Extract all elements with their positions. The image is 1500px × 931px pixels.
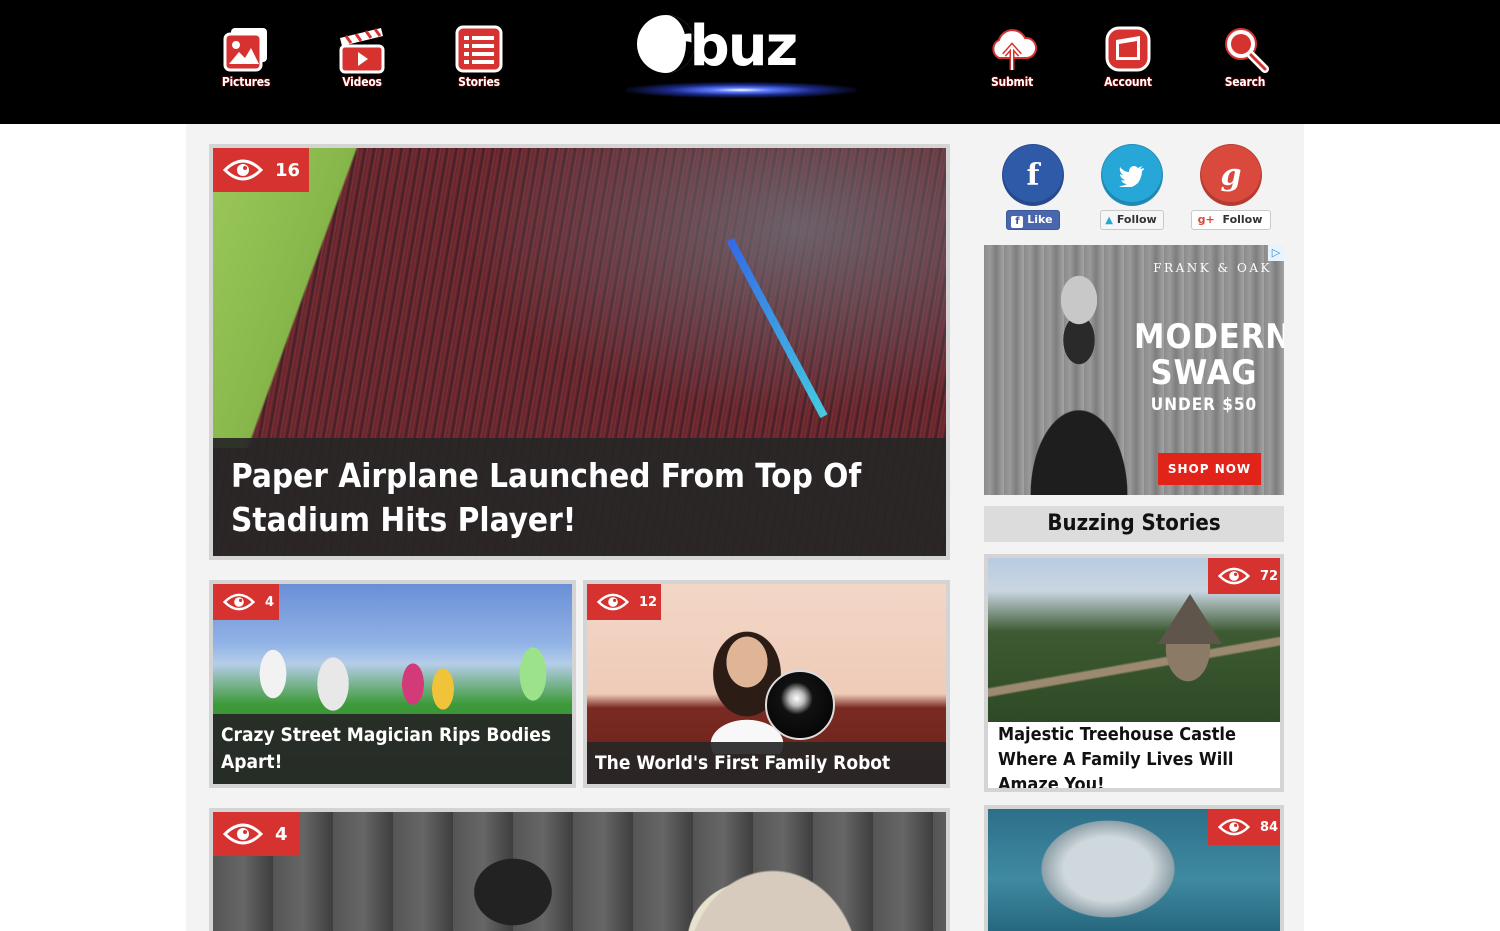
sidebar-story-treehouse[interactable]: 72 Majestic Treehouse Castle Where A Fam… bbox=[984, 554, 1284, 792]
story-title: The World's First Family Robot bbox=[587, 742, 946, 784]
ad-model-image bbox=[1004, 245, 1154, 495]
videos-icon bbox=[339, 28, 385, 74]
hero-story-card[interactable]: 16 Paper Airplane Launched From Top Of S… bbox=[209, 144, 950, 560]
eye-icon bbox=[1218, 818, 1250, 836]
frank-and-oak-ad[interactable]: ▷ FRANK & OAK MODERN SWAG UNDER $50 SHOP… bbox=[984, 245, 1284, 495]
twitter-icon[interactable] bbox=[1101, 144, 1163, 206]
submit-icon bbox=[992, 29, 1037, 70]
google-plus-icon[interactable]: g bbox=[1200, 144, 1262, 206]
nav-account[interactable]: Account bbox=[1088, 24, 1168, 89]
nav-videos[interactable]: Videos bbox=[322, 24, 402, 89]
nav-pictures[interactable]: Pictures bbox=[206, 24, 286, 89]
face-shape bbox=[683, 812, 946, 931]
story-card-bottom[interactable]: 4 bbox=[209, 808, 950, 931]
ad-brand: FRANK & OAK bbox=[1153, 261, 1272, 275]
facebook-small-icon: f bbox=[1011, 216, 1024, 228]
eye-icon bbox=[1218, 567, 1250, 585]
ad-shop-now-button[interactable]: SHOP NOW bbox=[1158, 453, 1261, 485]
orbuz-logo[interactable]: rbuz bbox=[566, 8, 884, 116]
view-count: 72 bbox=[1260, 568, 1279, 584]
view-count: 16 bbox=[275, 159, 301, 181]
nav-submit[interactable]: Submit bbox=[972, 24, 1052, 89]
nav-pictures-label: Pictures bbox=[221, 75, 271, 89]
hero-story-title: Paper Airplane Launched From Top Of Stad… bbox=[213, 438, 946, 556]
account-icon bbox=[1105, 26, 1151, 72]
logo-glow bbox=[626, 82, 856, 98]
view-count: 4 bbox=[275, 823, 288, 845]
robot-shape bbox=[765, 670, 835, 740]
nav-stories-label: Stories bbox=[458, 75, 500, 89]
ad-subline: UNDER $50 bbox=[1150, 395, 1258, 415]
view-count-badge: 72 bbox=[1208, 558, 1280, 594]
facebook-follow[interactable]: f f Like bbox=[993, 144, 1073, 230]
facebook-like-label: Like bbox=[1027, 213, 1053, 226]
sidebar-story-seal[interactable]: 84 bbox=[984, 805, 1284, 931]
stories-icon bbox=[455, 25, 503, 73]
eye-icon bbox=[223, 593, 255, 611]
adchoices-icon[interactable]: ▷ bbox=[1268, 245, 1284, 261]
buzzing-stories-heading: Buzzing Stories bbox=[984, 506, 1284, 542]
view-count-badge: 16 bbox=[213, 148, 309, 192]
eye-icon bbox=[223, 823, 263, 845]
logo-wordmark: rbuz bbox=[664, 14, 798, 79]
facebook-icon[interactable]: f bbox=[1002, 144, 1064, 206]
tower-roof bbox=[1158, 594, 1222, 644]
view-count-badge: 4 bbox=[213, 812, 299, 856]
eye-icon bbox=[223, 159, 263, 181]
view-count-badge: 12 bbox=[587, 584, 661, 620]
search-icon bbox=[1225, 28, 1269, 73]
facebook-like-button[interactable]: f Like bbox=[1006, 210, 1060, 230]
twitter-small-icon: ▲ bbox=[1105, 215, 1113, 226]
stadium-ring bbox=[513, 148, 946, 468]
nav-search-label: Search bbox=[1224, 75, 1266, 89]
google-follow-label: Follow bbox=[1222, 213, 1263, 226]
nav-account-label: Account bbox=[1104, 75, 1152, 89]
google-small-icon: g+ bbox=[1197, 213, 1215, 226]
nav-videos-label: Videos bbox=[342, 75, 382, 89]
story-title: Majestic Treehouse Castle Where A Family… bbox=[998, 724, 1236, 792]
view-count-badge: 4 bbox=[213, 584, 279, 620]
pitch-area bbox=[213, 148, 363, 448]
google-follow-button[interactable]: g+ Follow bbox=[1191, 210, 1271, 230]
top-navigation-bar: Pictures Videos Stories rbuz Submit Acco… bbox=[0, 0, 1500, 124]
twitter-bird-icon bbox=[1119, 166, 1144, 188]
ad-headline: MODERN SWAG bbox=[1134, 317, 1284, 393]
twitter-follow[interactable]: ▲ Follow bbox=[1092, 144, 1172, 230]
eye-icon bbox=[597, 593, 629, 611]
story-title: Crazy Street Magician Rips Bodies Apart! bbox=[213, 714, 572, 784]
nav-stories[interactable]: Stories bbox=[439, 24, 519, 89]
nav-submit-label: Submit bbox=[990, 75, 1034, 89]
view-count: 4 bbox=[265, 594, 275, 610]
nav-search[interactable]: Search bbox=[1205, 24, 1285, 89]
story-card-magician[interactable]: 4 Crazy Street Magician Rips Bodies Apar… bbox=[209, 580, 576, 788]
story-card-robot[interactable]: 12 The World's First Family Robot bbox=[583, 580, 950, 788]
crowd-shapes bbox=[213, 604, 572, 724]
view-count-badge: 84 bbox=[1208, 809, 1280, 845]
twitter-follow-label: Follow bbox=[1116, 213, 1157, 226]
story-image bbox=[213, 812, 946, 931]
view-count: 84 bbox=[1260, 819, 1279, 835]
google-plus-follow[interactable]: g g+ Follow bbox=[1191, 144, 1271, 230]
view-count: 12 bbox=[639, 594, 658, 610]
twitter-follow-button[interactable]: ▲ Follow bbox=[1100, 210, 1164, 230]
pictures-icon bbox=[223, 28, 267, 72]
